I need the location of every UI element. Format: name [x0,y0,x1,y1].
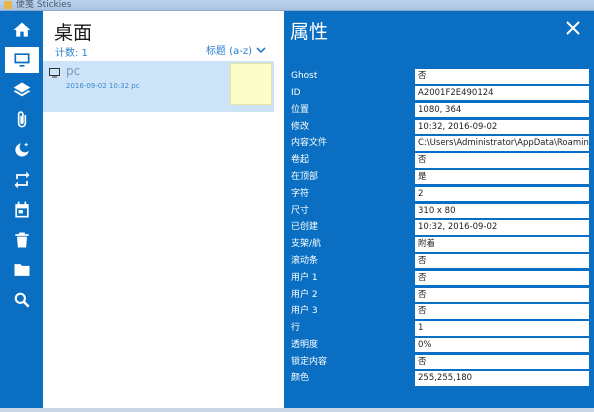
property-key: 用户 2 [291,289,318,300]
paperclip-icon[interactable] [5,107,39,133]
property-key: 用户 1 [291,272,318,283]
home-icon[interactable] [5,17,39,43]
property-row: 尺寸 310 x 80 [288,202,590,219]
property-value[interactable]: 10:32, 2016-09-02 [415,119,589,135]
repeat-icon[interactable] [5,167,39,193]
property-value[interactable]: 否 [415,354,589,370]
close-icon[interactable] [564,19,582,37]
property-value[interactable]: 否 [415,304,589,319]
property-row: 颜色 255,255,180 [288,370,590,387]
property-value[interactable]: 1080, 364 [415,102,589,118]
note-date: 2016-09-02 10:32 pc [66,82,140,90]
property-row: 用户 3 否 [288,303,590,320]
sort-dropdown[interactable]: 标题 (a-z) [206,42,266,57]
chevron-down-icon [256,46,266,53]
property-key: 尺寸 [291,205,310,216]
property-key: 支架/航 [291,239,322,250]
app-icon [4,1,12,9]
property-value[interactable]: 附着 [415,237,589,252]
search-icon[interactable] [5,287,39,313]
properties-title: 属性 [290,21,329,43]
property-key: 已创建 [291,222,319,233]
property-value[interactable]: 否 [415,287,589,302]
property-key: 用户 3 [291,306,318,317]
property-row: 已创建 10:32, 2016-09-02 [288,219,590,236]
property-key: 卷起 [291,155,310,166]
property-value[interactable]: 否 [415,253,589,269]
folder-icon[interactable] [5,257,39,283]
property-value[interactable]: 否 [415,69,589,84]
list-item[interactable]: pc 2016-09-02 10:32 pc [43,61,274,112]
property-value[interactable]: 否 [415,153,589,168]
window-titlebar: 便笺 Stickies [0,0,594,11]
property-row: 在顶部 是 [288,169,590,186]
property-row: 位置 1080, 364 [288,102,590,119]
property-key: 在顶部 [291,171,319,182]
property-value[interactable]: C:\Users\Administrator\AppData\Roaming [415,136,589,151]
property-value[interactable]: 1 [415,321,589,336]
property-row: Ghost 否 [288,68,590,85]
property-row: 用户 1 否 [288,270,590,287]
moon-star-icon[interactable] [5,137,39,163]
property-row: 滚动条 否 [288,253,590,270]
note-count: 计数: 1 [55,48,88,59]
monitor-icon [49,68,60,78]
property-value[interactable]: 否 [415,270,589,286]
property-row: 卷起 否 [288,152,590,169]
property-key: 位置 [291,104,310,115]
property-key: 内容文件 [291,138,328,149]
property-key: 字符 [291,188,310,199]
notes-list-panel: 桌面 计数: 1 标题 (a-z) pc 2016-09-02 10:32 pc [43,11,284,408]
property-row: 字符 2 [288,186,590,203]
property-row: 透明度 0% [288,337,590,354]
window-title: 便笺 Stickies [16,0,72,10]
calendar-icon[interactable] [5,197,39,223]
page-title: 桌面 [54,22,93,44]
properties-table: Ghost 否 ID A2001F2E490124 位置 1080, 364 修改 10:32… [288,68,590,387]
property-row: 支架/航 附着 [288,236,590,253]
trash-icon[interactable] [5,227,39,253]
property-value[interactable]: 0% [415,337,589,353]
note-title: pc [66,64,81,78]
properties-panel: 属性 Ghost 否 ID A2001F2E490124 位置 1080, 364 修改 10… [284,11,594,408]
layers-icon[interactable] [5,77,39,103]
property-key: 滚动条 [291,255,319,266]
sort-label: 标题 (a-z) [206,46,252,57]
property-key: ID [291,87,301,98]
note-thumbnail [230,63,272,105]
property-key: 修改 [291,121,310,132]
sidebar [0,11,43,408]
property-value[interactable]: 10:32, 2016-09-02 [415,220,589,235]
property-value[interactable]: 310 x 80 [415,203,589,219]
property-key: 行 [291,323,301,334]
property-value[interactable]: 是 [415,169,589,185]
property-key: 锁定内容 [291,356,328,367]
property-row: 行1 [288,320,590,337]
property-value[interactable]: 2 [415,186,589,202]
property-row: 修改 10:32, 2016-09-02 [288,118,590,135]
property-row: 内容文件 C:\Users\Administrator\AppData\Roami… [288,135,590,152]
property-key: 颜色 [291,373,310,384]
monitor-icon[interactable] [5,47,39,73]
property-key: 透明度 [291,339,319,350]
property-value[interactable]: A2001F2E490124 [415,85,589,101]
property-value[interactable]: 255,255,180 [415,371,589,386]
property-row: 锁定内容 否 [288,354,590,371]
property-row: 用户 2 否 [288,286,590,303]
property-key: Ghost [291,71,318,82]
window-bottom-border [0,408,594,412]
property-row: ID A2001F2E490124 [288,85,590,102]
